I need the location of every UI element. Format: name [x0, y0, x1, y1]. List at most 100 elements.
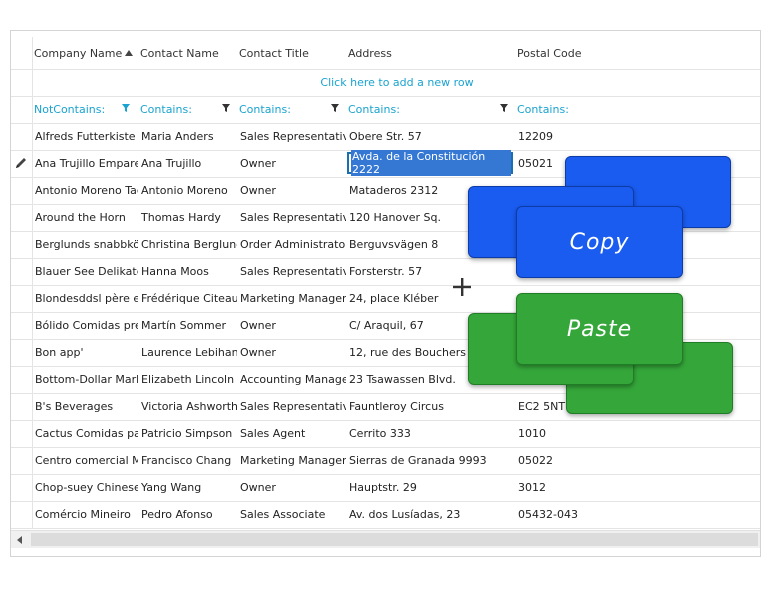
- contact-name-cell[interactable]: Laurence Lebihan: [138, 339, 237, 366]
- row-selector[interactable]: [11, 123, 33, 150]
- row-selector[interactable]: [11, 420, 33, 447]
- company-name-cell[interactable]: Berglunds snabbköp: [32, 231, 138, 258]
- contact-title-cell[interactable]: Sales Agent: [237, 420, 346, 447]
- contact-name-cell[interactable]: Frédérique Citeaux: [138, 285, 237, 312]
- contact-name-cell[interactable]: Hanna Moos: [138, 258, 237, 285]
- header-company-name[interactable]: Company Name: [32, 37, 138, 69]
- table-row[interactable]: Cactus Comidas para llevarPatricio Simps…: [11, 420, 760, 448]
- postal-code-cell[interactable]: 3012: [515, 474, 760, 501]
- row-selector[interactable]: [11, 339, 33, 366]
- contact-title-cell[interactable]: Order Administrator: [237, 231, 346, 258]
- filter-postal-code[interactable]: Contains:: [515, 96, 615, 123]
- header-address[interactable]: Address: [346, 37, 515, 69]
- company-name-cell[interactable]: Alfreds Futterkiste: [32, 123, 138, 150]
- row-selector[interactable]: [11, 177, 33, 204]
- postal-code-cell[interactable]: 05022: [515, 447, 760, 474]
- row-selector[interactable]: [11, 150, 33, 177]
- company-name-cell[interactable]: Antonio Moreno Taquería: [32, 177, 138, 204]
- contact-name-cell[interactable]: Christina Berglund: [138, 231, 237, 258]
- company-name-cell[interactable]: Bottom-Dollar Markets: [32, 366, 138, 393]
- row-selector[interactable]: [11, 312, 33, 339]
- horizontal-scrollbar[interactable]: [11, 530, 760, 548]
- contact-title-cell[interactable]: Sales Representative: [237, 258, 346, 285]
- contact-title-cell[interactable]: Marketing Manager: [237, 447, 346, 474]
- contact-name-cell[interactable]: Victoria Ashworth: [138, 393, 237, 420]
- filter-active-icon[interactable]: [121, 103, 131, 113]
- filter-icon[interactable]: [330, 103, 340, 113]
- contact-title-cell[interactable]: Owner: [237, 474, 346, 501]
- company-name-cell[interactable]: Bólido Comidas preparadas: [32, 312, 138, 339]
- contact-title-cell[interactable]: Sales Representative: [237, 204, 346, 231]
- company-name-cell[interactable]: Bon app': [32, 339, 138, 366]
- company-name-cell[interactable]: Comércio Mineiro: [32, 501, 138, 528]
- filter-company-name[interactable]: NotContains:: [32, 96, 122, 123]
- address-cell[interactable]: Sierras de Granada 9993: [346, 447, 515, 474]
- copy-button[interactable]: Copy: [516, 206, 683, 278]
- row-selector[interactable]: [11, 501, 33, 528]
- address-editor-input[interactable]: Avda. de la Constitución 2222: [347, 150, 513, 176]
- address-cell[interactable]: Av. dos Lusíadas, 23: [346, 501, 515, 528]
- scrollbar-thumb[interactable]: [31, 533, 758, 546]
- row-selector[interactable]: [11, 393, 33, 420]
- contact-title-cell[interactable]: Owner: [237, 312, 346, 339]
- address-cell[interactable]: 24, place Kléber: [346, 285, 515, 312]
- postal-code-cell[interactable]: 05432-043: [515, 501, 760, 528]
- contact-name-cell[interactable]: Yang Wang: [138, 474, 237, 501]
- contact-title-cell[interactable]: Owner: [237, 339, 346, 366]
- table-row[interactable]: Chop-suey Chinese Yang Wang Owner Hauptstr.…: [11, 474, 760, 502]
- add-new-row-text[interactable]: Click here to add a new row: [32, 69, 760, 96]
- contact-name-cell[interactable]: Ana Trujillo: [138, 150, 237, 177]
- filter-contact-name[interactable]: Contains:: [138, 96, 218, 123]
- contact-title-cell[interactable]: Owner: [237, 150, 346, 177]
- row-selector[interactable]: [11, 231, 33, 258]
- header-contact-name[interactable]: Contact Name: [138, 37, 237, 69]
- contact-title-cell[interactable]: Sales Associate: [237, 501, 346, 528]
- contact-title-cell[interactable]: Sales Representative: [237, 123, 346, 150]
- filter-contact-title[interactable]: Contains:: [237, 96, 327, 123]
- contact-name-cell[interactable]: Pedro Afonso: [138, 501, 237, 528]
- contact-title-cell[interactable]: Owner: [237, 177, 346, 204]
- company-name-cell[interactable]: B's Beverages: [32, 393, 138, 420]
- company-name-cell[interactable]: Ana Trujillo Emparedados y helados: [32, 150, 138, 177]
- row-selector[interactable]: [11, 474, 33, 501]
- table-row[interactable]: Comércio Mineiro Pedro Afonso Sales Associ…: [11, 501, 760, 529]
- paste-button[interactable]: Paste: [516, 293, 683, 365]
- contact-name-cell[interactable]: Francisco Chang: [138, 447, 237, 474]
- company-name-cell[interactable]: Centro comercial Moctezuma: [32, 447, 138, 474]
- address-cell[interactable]: Hauptstr. 29: [346, 474, 515, 501]
- contact-title-cell[interactable]: Accounting Manager: [237, 366, 346, 393]
- row-selector[interactable]: [11, 366, 33, 393]
- filter-address[interactable]: Contains:: [346, 96, 496, 123]
- filter-icon[interactable]: [499, 103, 509, 113]
- postal-code-cell[interactable]: 12209: [515, 123, 760, 150]
- table-row[interactable]: Centro comercial MoctezumaFrancisco Chan…: [11, 447, 760, 475]
- postal-code-cell[interactable]: 1010: [515, 420, 760, 447]
- contact-title-cell[interactable]: Sales Representative: [237, 393, 346, 420]
- row-selector[interactable]: [11, 204, 33, 231]
- row-selector[interactable]: [11, 285, 33, 312]
- row-selector[interactable]: [11, 258, 33, 285]
- header-postal-code[interactable]: Postal Code: [515, 37, 760, 69]
- table-row[interactable]: Alfreds Futterkiste Maria Anders Sales Rep…: [11, 123, 760, 151]
- filter-icon[interactable]: [221, 103, 231, 113]
- company-name-cell[interactable]: Blauer See Delikatessen: [32, 258, 138, 285]
- address-cell[interactable]: Fauntleroy Circus: [346, 393, 515, 420]
- contact-name-cell[interactable]: Thomas Hardy: [138, 204, 237, 231]
- contact-name-cell[interactable]: Antonio Moreno: [138, 177, 237, 204]
- address-cell[interactable]: Forsterstr. 57: [346, 258, 515, 285]
- add-new-row[interactable]: Click here to add a new row: [11, 69, 760, 97]
- company-name-cell[interactable]: Chop-suey Chinese: [32, 474, 138, 501]
- row-selector[interactable]: [11, 447, 33, 474]
- address-cell[interactable]: Obere Str. 57: [346, 123, 515, 150]
- contact-name-cell[interactable]: Patricio Simpson: [138, 420, 237, 447]
- contact-name-cell[interactable]: Maria Anders: [138, 123, 237, 150]
- contact-name-cell[interactable]: Elizabeth Lincoln: [138, 366, 237, 393]
- contact-title-cell[interactable]: Marketing Manager: [237, 285, 346, 312]
- address-cell[interactable]: Cerrito 333: [346, 420, 515, 447]
- contact-name-cell[interactable]: Martín Sommer: [138, 312, 237, 339]
- header-contact-title[interactable]: Contact Title: [237, 37, 346, 69]
- scroll-left-icon[interactable]: [17, 536, 22, 544]
- company-name-cell[interactable]: Around the Horn: [32, 204, 138, 231]
- company-name-cell[interactable]: Blondesddsl père et fils: [32, 285, 138, 312]
- company-name-cell[interactable]: Cactus Comidas para llevar: [32, 420, 138, 447]
